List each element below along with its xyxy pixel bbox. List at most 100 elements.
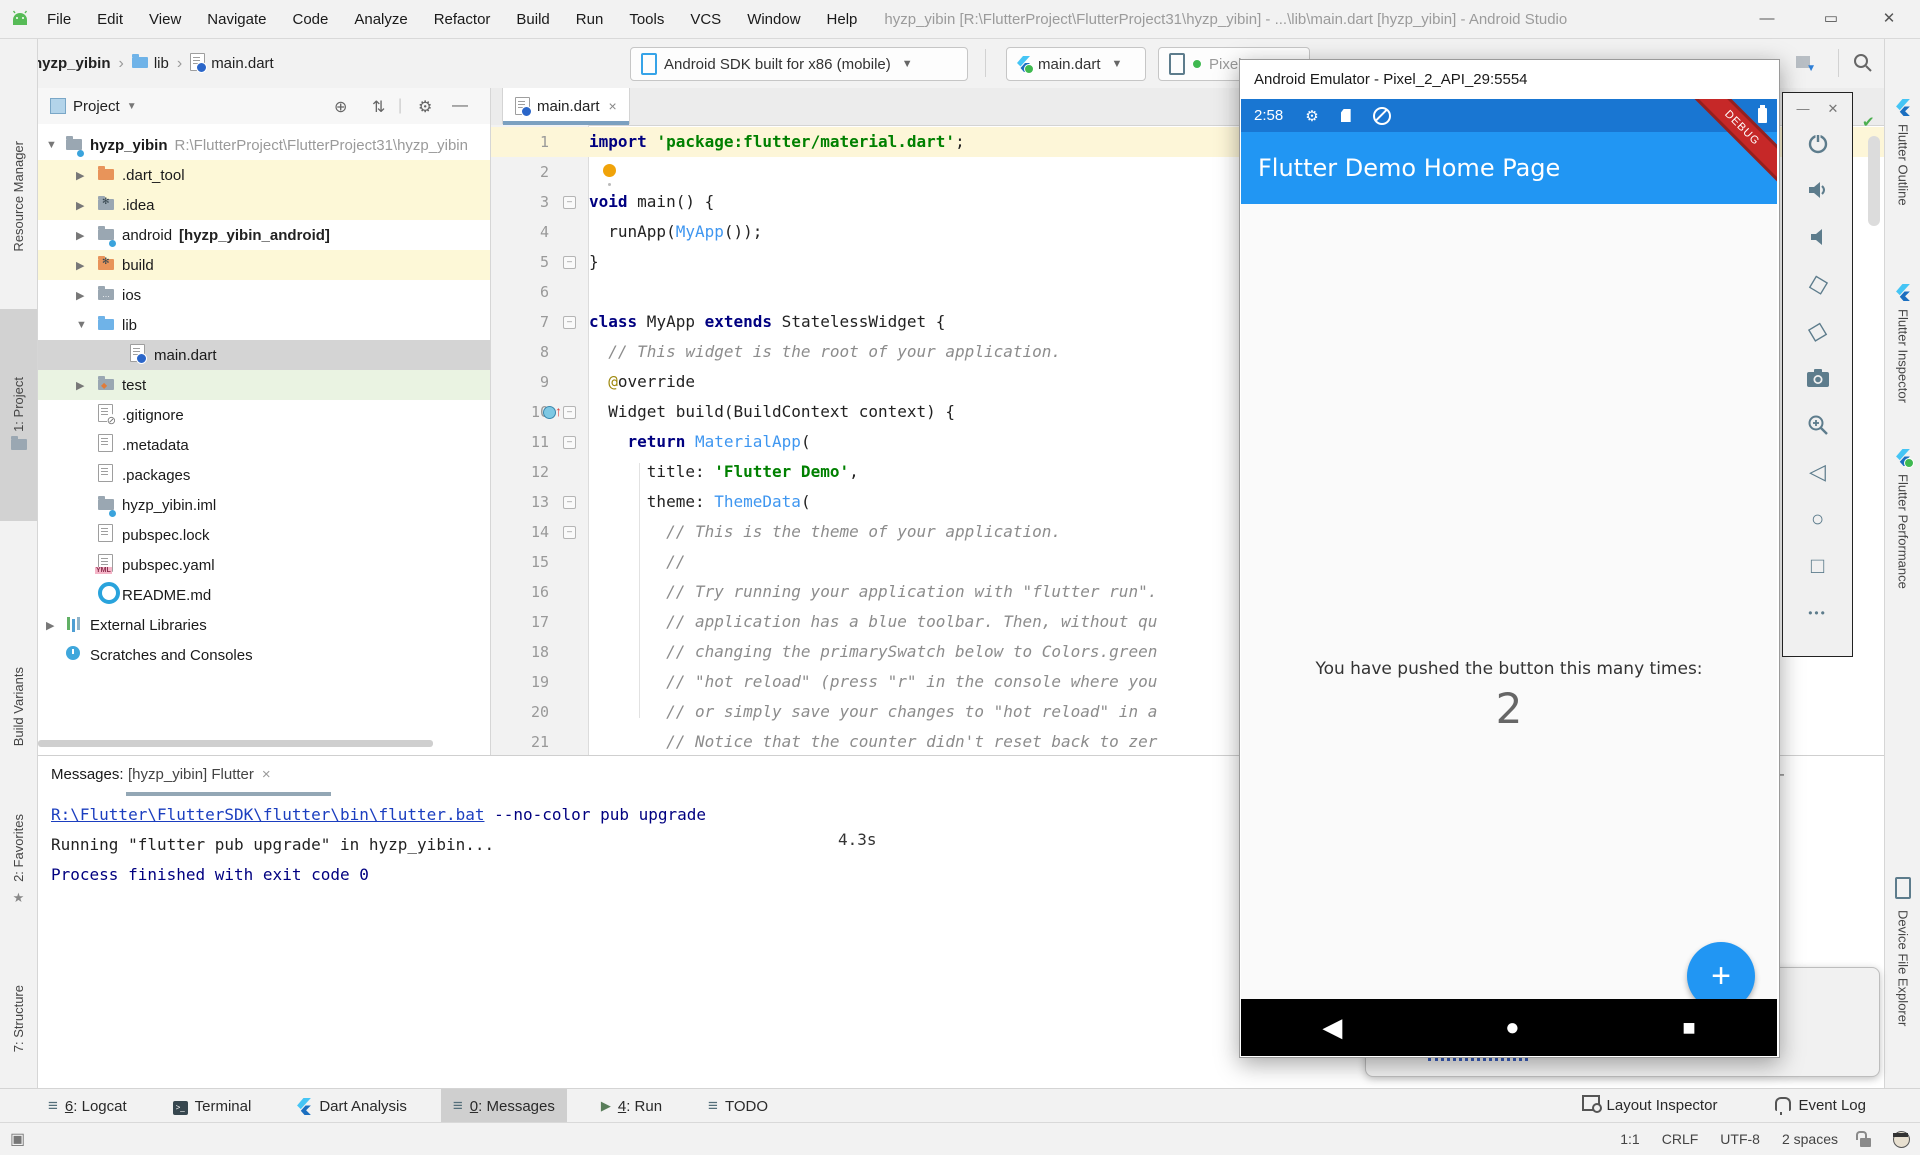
emu-home-icon[interactable]: ○ [1806, 495, 1830, 542]
tool-window-button-0--messages[interactable]: ≡0: Messages [441, 1089, 567, 1123]
device-selector[interactable]: Android SDK built for x86 (mobile)▼ [630, 47, 968, 81]
tree-row[interactable]: ▶External Libraries [38, 610, 490, 640]
arrow-right-icon[interactable]: ▶ [76, 169, 84, 182]
tool-window-button-dart-analysis[interactable]: Dart Analysis [285, 1089, 419, 1123]
arrow-right-icon[interactable]: ▶ [76, 289, 84, 302]
fold-marker-icon[interactable]: – [563, 406, 576, 419]
tree-row[interactable]: README.md [38, 580, 490, 610]
menu-refactor[interactable]: Refactor [421, 11, 504, 28]
fold-marker-icon[interactable]: – [563, 436, 576, 449]
fold-marker-icon[interactable]: – [563, 316, 576, 329]
hector-icon[interactable] [1893, 1131, 1910, 1148]
tree-row[interactable]: main.dart [38, 340, 490, 370]
right-tab-flutter-outline[interactable]: Flutter Outline [1885, 99, 1920, 206]
right-tab-flutter-inspector[interactable]: Flutter Inspector [1885, 284, 1920, 403]
tree-row[interactable]: Scratches and Consoles [38, 640, 490, 670]
tool-window-button-6--logcat[interactable]: ≡6: Logcat [36, 1089, 139, 1123]
status-item[interactable]: UTF-8 [1720, 1131, 1760, 1147]
run-configuration-selector[interactable]: main.dart▼ [1006, 47, 1146, 81]
tool-window-button-terminal[interactable]: >_Terminal [161, 1089, 264, 1123]
status-item[interactable]: 1:1 [1620, 1131, 1639, 1147]
tool-window-button-4--run[interactable]: ▶4: Run [589, 1089, 674, 1123]
tree-row[interactable]: ▶◆test [38, 370, 490, 400]
nav-back-button[interactable]: ◀ [1322, 1012, 1342, 1043]
nav-overview-button[interactable]: ■ [1682, 1015, 1695, 1041]
tree-row[interactable]: ▶android[hyzp_yibin_android] [38, 220, 490, 250]
menu-file[interactable]: File [34, 11, 84, 28]
menu-window[interactable]: Window [734, 11, 813, 28]
fold-marker-icon[interactable]: – [563, 196, 576, 209]
menu-tools[interactable]: Tools [616, 11, 677, 28]
status-item[interactable]: 2 spaces [1782, 1131, 1838, 1147]
emu-volume-down-icon[interactable] [1806, 213, 1830, 260]
tree-row[interactable]: ▼hyzp_yibinR:\FlutterProject\FlutterProj… [38, 130, 490, 160]
tool-window-button-todo[interactable]: ≡TODO [696, 1089, 780, 1123]
search-everywhere-icon[interactable] [1852, 52, 1874, 74]
arrow-right-icon[interactable]: ▶ [76, 229, 84, 242]
sidebar-item-resource-manager[interactable]: Resource Manager [0, 104, 37, 289]
tree-row[interactable]: pubspec.lock [38, 520, 490, 550]
tool-window-button-layout-inspector[interactable]: Layout Inspector [1570, 1088, 1730, 1122]
window-maximize-button[interactable]: ▭ [1808, 0, 1854, 37]
tree-row[interactable]: ▶.dart_tool [38, 160, 490, 190]
menu-analyze[interactable]: Analyze [341, 11, 420, 28]
breadcrumb-item[interactable]: lib [154, 55, 169, 72]
messages-tab-flutter[interactable]: [hyzp_yibin] Flutter × [128, 766, 271, 783]
tree-row[interactable]: ▼lib [38, 310, 490, 340]
menu-build[interactable]: Build [503, 11, 562, 28]
emu-rotate-left-icon[interactable]: ◇ [1800, 258, 1835, 309]
sidebar-item----favorites[interactable]: 2: Favorites★ [0, 804, 37, 916]
sidebar-item-build-variants[interactable]: Build Variants [0, 647, 37, 767]
arrow-right-icon[interactable]: ▶ [46, 619, 54, 632]
tree-row[interactable]: ▶…ios [38, 280, 490, 310]
tree-row[interactable]: .packages [38, 460, 490, 490]
menu-code[interactable]: Code [279, 11, 341, 28]
editor-scrollbar[interactable] [1868, 136, 1880, 226]
menu-run[interactable]: Run [563, 11, 617, 28]
emulator-screen[interactable]: 2:58 ⚙ Flutter Demo Home Page You have p… [1241, 99, 1777, 1056]
arrow-right-icon[interactable]: ▶ [76, 199, 84, 212]
sidebar-item----structure[interactable]: 7: Structure [0, 963, 37, 1075]
tree-row[interactable]: ▶✻.idea [38, 190, 490, 220]
emu-screenshot-icon[interactable] [1806, 354, 1830, 401]
window-close-button[interactable]: ✕ [1866, 0, 1912, 37]
emulator-close-button[interactable]: ✕ [1828, 101, 1839, 117]
emulator-minimize-button[interactable]: — [1797, 101, 1810, 117]
locate-icon[interactable]: ⊕ [334, 97, 347, 117]
tree-row[interactable]: hyzp_yibin.iml [38, 490, 490, 520]
status-item[interactable]: CRLF [1662, 1131, 1699, 1147]
window-minimize-button[interactable]: — [1744, 0, 1790, 37]
arrow-down-icon[interactable]: ▼ [46, 139, 57, 151]
tree-row[interactable]: .gitignore [38, 400, 490, 430]
project-panel-title[interactable]: Project [73, 98, 120, 115]
emu-overview-icon[interactable]: □ [1806, 542, 1830, 589]
tool-window-button-event-log[interactable]: Event Log [1763, 1088, 1878, 1122]
plugin-update-icon[interactable] [1796, 53, 1810, 70]
tree-row[interactable]: ▶✻build [38, 250, 490, 280]
emu-back-icon[interactable]: ◁ [1806, 448, 1830, 495]
gear-icon[interactable]: ⚙ [418, 97, 432, 117]
emu-more-options-icon[interactable]: ••• [1806, 589, 1830, 636]
emu-volume-up-icon[interactable] [1806, 166, 1830, 213]
emu-rotate-right-icon[interactable]: ◇ [1800, 305, 1835, 356]
close-icon[interactable]: × [262, 766, 271, 783]
breadcrumb-item[interactable]: main.dart [211, 55, 274, 72]
menu-help[interactable]: Help [814, 11, 871, 28]
arrow-right-icon[interactable]: ▶ [76, 379, 84, 392]
tree-row[interactable]: pubspec.yaml [38, 550, 490, 580]
menu-view[interactable]: View [136, 11, 194, 28]
emu-power-icon[interactable] [1806, 119, 1830, 166]
sidebar-item----project[interactable]: 1: Project [0, 309, 37, 521]
tree-row[interactable]: .metadata [38, 430, 490, 460]
menu-vcs[interactable]: VCS [677, 11, 734, 28]
arrow-down-icon[interactable]: ▼ [76, 319, 87, 331]
horizontal-scrollbar[interactable] [38, 740, 433, 747]
emu-zoom-icon[interactable] [1806, 401, 1830, 448]
fold-marker-icon[interactable]: – [563, 256, 576, 269]
lock-open-icon[interactable] [1860, 1138, 1871, 1147]
right-tab-flutter-performance[interactable]: Flutter Performance [1885, 449, 1920, 589]
breadcrumb-item[interactable]: hyzp_yibin [33, 55, 111, 72]
arrow-right-icon[interactable]: ▶ [76, 259, 84, 272]
nav-home-button[interactable]: ● [1505, 1014, 1520, 1042]
collapse-all-icon[interactable]: ⇅ [372, 97, 385, 117]
